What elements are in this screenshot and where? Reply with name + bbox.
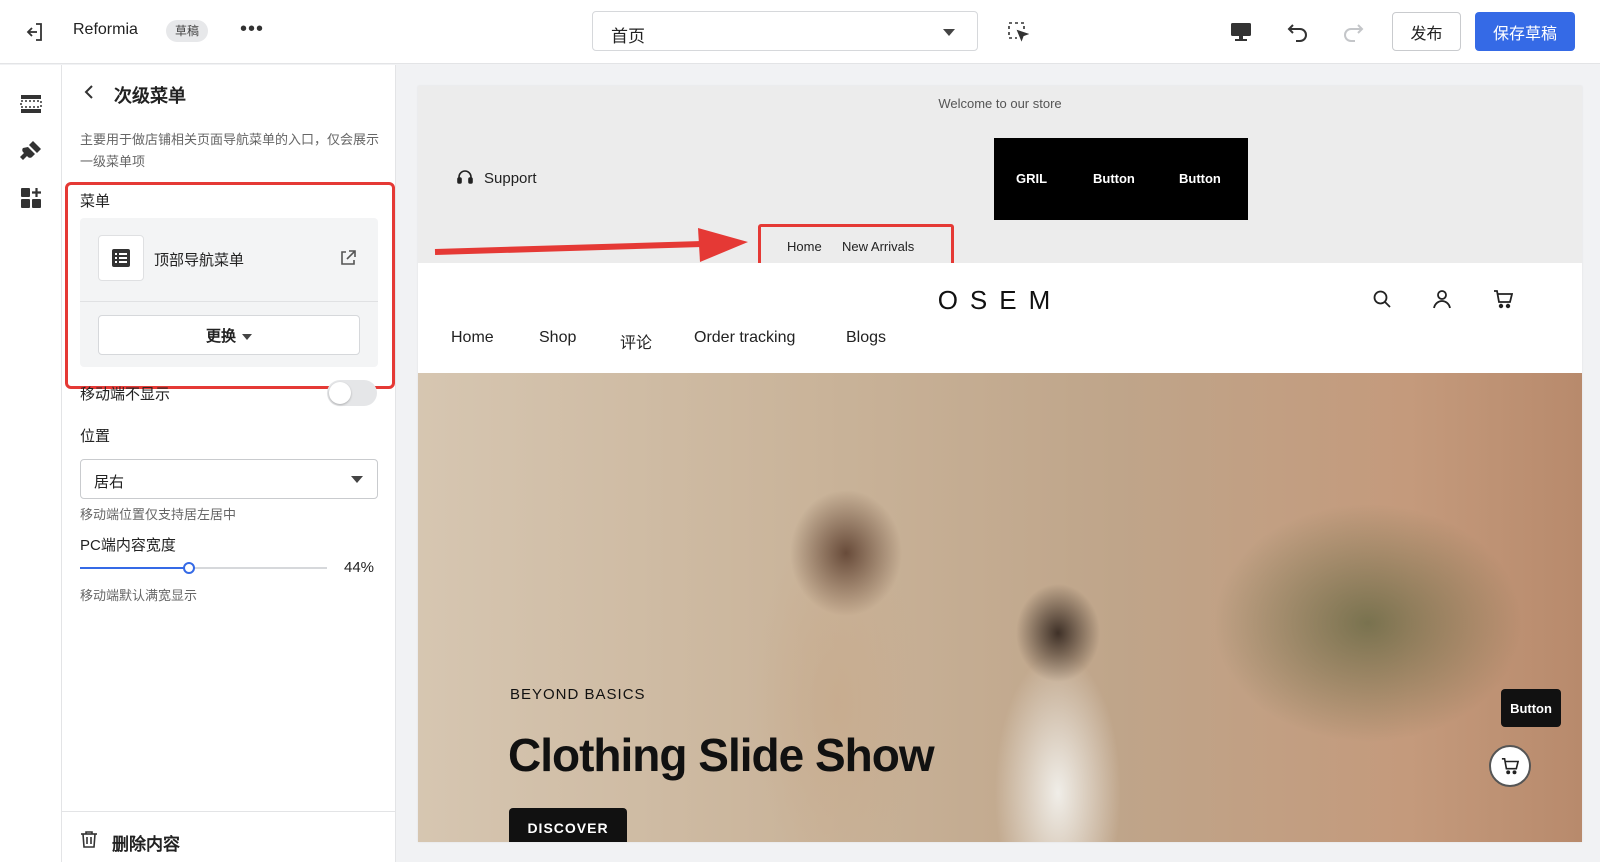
panel-description: 主要用于做店铺相关页面导航菜单的入口，仅会展示一级菜单项 [80,132,380,169]
publish-button[interactable]: 发布 [1392,12,1461,51]
page-selector[interactable]: 首页 [592,11,978,51]
search-icon[interactable] [1372,289,1392,309]
undo-icon[interactable] [1285,19,1311,45]
top-bar: Reformia 草稿 ••• 首页 发布 保存草稿 [0,0,1600,64]
settings-panel: 次级菜单 主要用于做店铺相关页面导航菜单的入口，仅会展示一级菜单项 菜单 顶部导… [62,65,396,862]
sub-menu-home[interactable]: Home [787,239,822,254]
replace-menu-label: 更换 [205,327,236,345]
external-link-icon[interactable] [338,248,358,268]
pc-width-value: 44% [344,559,375,576]
cart-icon[interactable] [1493,289,1513,309]
sections-icon[interactable] [19,92,43,116]
chevron-down-icon [351,476,363,483]
support-link[interactable]: Support [484,170,537,187]
mobile-hide-toggle[interactable] [327,380,377,406]
announcement-button-group: GRIL Button Button [994,138,1248,220]
position-value: 居右 [94,474,125,491]
more-options-icon[interactable]: ••• [240,18,264,41]
chevron-down-icon [242,333,252,340]
theme-brush-icon[interactable] [19,139,43,163]
selected-menu-row: 顶部导航菜单 [80,218,378,302]
menu-label: 菜单 [80,193,111,210]
replace-menu-button[interactable]: 更换 [98,315,360,355]
announcement-button-3[interactable]: Button [1179,171,1221,186]
toggle-knob [329,382,351,404]
panel-footer: 删除内容 [62,811,396,862]
floating-button[interactable]: Button [1501,689,1561,727]
redo-icon[interactable] [1340,19,1366,45]
sub-menu-new-arrivals[interactable]: New Arrivals [842,239,914,254]
nav-home[interactable]: Home [451,329,494,347]
hero-slideshow: BEYOND BASICS Clothing Slide Show DISCOV… [418,373,1582,842]
store-preview: Welcome to our store Support GRIL Button… [418,86,1582,842]
delete-content-button[interactable]: 删除内容 [112,830,180,855]
pc-width-help: 移动端默认满宽显示 [80,588,198,603]
cart-icon [1501,757,1519,775]
announcement-button-2[interactable]: Button [1093,171,1135,186]
pc-width-label: PC端内容宽度 [80,537,176,554]
position-help: 移动端位置仅支持居左居中 [80,507,237,522]
store-logo[interactable]: OSEM [418,285,1582,316]
position-label: 位置 [80,428,111,445]
store-name: Reformia [73,21,138,38]
menu-list-icon-box [98,235,144,281]
hero-kicker: BEYOND BASICS [510,686,646,703]
draft-badge: 草稿 [166,20,209,42]
back-arrow-icon[interactable] [80,82,100,102]
nav-order-tracking[interactable]: Order tracking [694,329,795,347]
position-select[interactable]: 居右 [80,459,378,499]
nav-shop[interactable]: Shop [539,329,576,347]
panel-title: 次级菜单 [114,86,186,106]
nav-blogs[interactable]: Blogs [846,329,886,347]
chevron-down-icon [943,29,955,36]
pc-width-slider[interactable] [80,562,327,574]
headset-icon [457,170,473,184]
left-rail [0,65,62,862]
select-element-icon[interactable] [1007,21,1029,43]
trash-icon[interactable] [80,830,98,848]
slider-thumb[interactable] [182,562,195,574]
floating-cart-button[interactable] [1489,745,1531,787]
list-icon [112,249,130,267]
page-selector-value: 首页 [611,27,645,46]
hero-title: Clothing Slide Show [508,729,935,781]
save-draft-button[interactable]: 保存草稿 [1475,12,1575,51]
menu-card: 顶部导航菜单 更换 [80,218,378,367]
exit-editor-icon[interactable] [22,20,46,44]
slider-fill [80,567,189,569]
desktop-icon[interactable] [1229,20,1253,44]
gril-button[interactable]: GRIL [1016,171,1047,186]
apps-icon[interactable] [19,186,43,210]
mobile-hide-label: 移动端不显示 [80,386,171,403]
account-icon[interactable] [1432,289,1452,309]
nav-reviews[interactable]: 评论 [620,329,652,353]
store-header: OSEM Home Shop 评论 Order tracking Blogs [418,263,1582,373]
welcome-text: Welcome to our store [938,96,1062,111]
discover-button[interactable]: DISCOVER [509,808,627,842]
announcement-bar: Welcome to our store Support GRIL Button… [418,86,1582,277]
menu-name: 顶部导航菜单 [154,252,245,269]
